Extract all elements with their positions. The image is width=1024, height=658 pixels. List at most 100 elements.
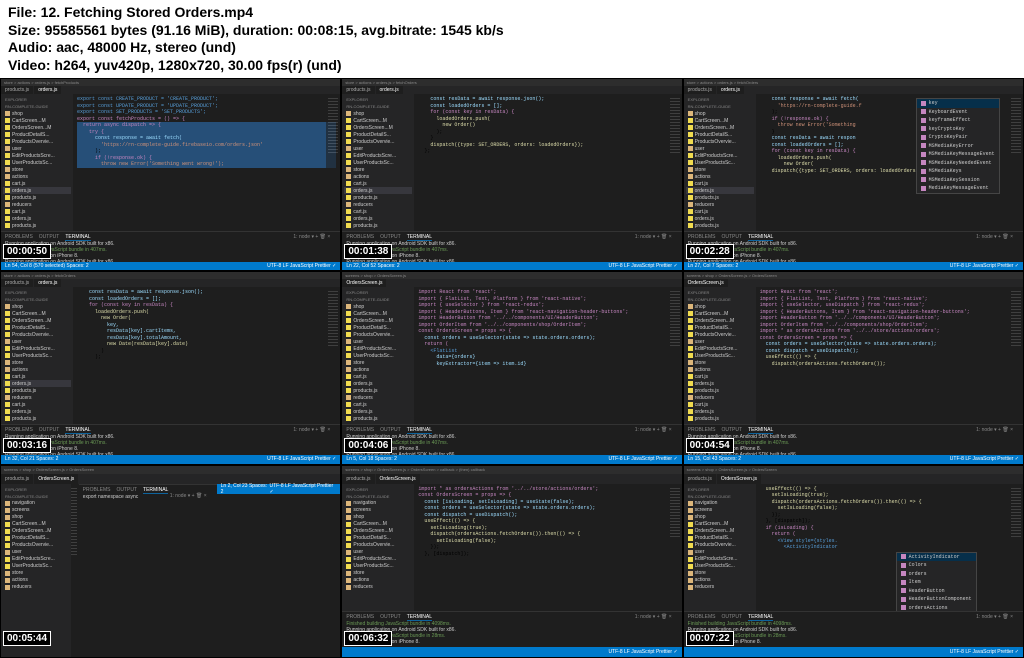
file-item[interactable]: ProductDetailS...	[3, 324, 71, 331]
terminal-tab[interactable]: TERMINAL	[65, 234, 90, 241]
file-item[interactable]: CartScreen...M	[686, 521, 754, 528]
file-item[interactable]: ProductDetailS...	[344, 131, 412, 138]
video-thumbnail[interactable]: store > actions > orders.js > fetchOrder…	[341, 78, 682, 271]
folder-shop[interactable]: shop	[686, 303, 754, 310]
file-item[interactable]: ProductDetailS...	[344, 535, 412, 542]
folder-user[interactable]: user	[344, 145, 412, 152]
file-item[interactable]: UserProductsSc...	[344, 352, 412, 359]
terminal-tab[interactable]: PROBLEMS	[346, 234, 374, 240]
video-thumbnail[interactable]: screens > shop > OrdersScreen.js > Order…	[0, 465, 341, 658]
file-item[interactable]: cart.js	[3, 180, 71, 187]
video-thumbnail[interactable]: screens > shop > OrdersScreen.js > Order…	[683, 465, 1024, 658]
autocomplete-item[interactable]: MSMediaKeySession	[917, 176, 999, 185]
autocomplete-item[interactable]: HeaderButton	[897, 587, 976, 596]
folder-item[interactable]: navigation	[686, 500, 754, 507]
video-thumbnail[interactable]: screens > shop > OrdersScreen.js > Order…	[341, 465, 682, 658]
file-item[interactable]: EditProductsScre...	[686, 556, 754, 563]
explorer-sidebar[interactable]: EXPLORERRN-COMPLETE-GUIDEshopCartScreen.…	[684, 287, 756, 424]
file-item[interactable]: cart.js	[686, 180, 754, 187]
file-item[interactable]: OrdersScreen...M	[344, 124, 412, 131]
folder-item[interactable]: reducers	[686, 584, 754, 591]
file-item[interactable]: EditProductsScre...	[686, 345, 754, 352]
code-editor[interactable]: const response = await fetch( 'https://r…	[756, 94, 1023, 231]
video-thumbnail[interactable]: store > actions > orders.js > fetchOrder…	[0, 271, 341, 464]
file-item[interactable]: ProductDetailS...	[686, 535, 754, 542]
file-item[interactable]: cart.js	[344, 208, 412, 215]
folder-shop[interactable]: shop	[344, 110, 412, 117]
folder-item[interactable]: navigation	[344, 500, 412, 507]
folder-user[interactable]: user	[344, 338, 412, 345]
file-item[interactable]: UserProductsSc...	[686, 563, 754, 570]
file-item[interactable]: ProductsOvervie...	[344, 542, 412, 549]
minimap[interactable]	[668, 287, 682, 424]
folder-store[interactable]: store	[3, 359, 71, 366]
file-item[interactable]: cart.js	[344, 180, 412, 187]
file-item[interactable]: ProductDetailS...	[686, 324, 754, 331]
editor-tab[interactable]: orders.js	[717, 86, 744, 94]
terminal-tab[interactable]: TERMINAL	[748, 614, 773, 621]
folder-item[interactable]: actions	[344, 577, 412, 584]
folder-shop[interactable]: shop	[3, 110, 71, 117]
file-item[interactable]: OrdersScreen...M	[686, 124, 754, 131]
file-item[interactable]: products.js	[686, 194, 754, 201]
terminal-tab[interactable]: PROBLEMS	[5, 234, 33, 240]
minimap[interactable]	[1009, 484, 1023, 611]
folder-item[interactable]: store	[344, 570, 412, 577]
file-item[interactable]: products.js	[3, 222, 71, 229]
terminal-tab[interactable]: OUTPUT	[39, 427, 60, 433]
code-editor[interactable]: import React from 'react';import { FlatL…	[756, 287, 1023, 424]
file-item[interactable]: ProductsOvervie...	[3, 331, 71, 338]
folder-actions[interactable]: actions	[3, 366, 71, 373]
video-thumbnail[interactable]: screens > shop > OrdersScreen.js > Order…	[683, 271, 1024, 464]
file-item[interactable]: cart.js	[3, 208, 71, 215]
file-item[interactable]: OrdersScreen...M	[344, 528, 412, 535]
folder-reducers[interactable]: reducers	[3, 394, 71, 401]
video-thumbnail[interactable]: store > actions > orders.js > fetchOrder…	[683, 78, 1024, 271]
file-item[interactable]: ProductsOvervie...	[344, 138, 412, 145]
file-item[interactable]: cart.js	[344, 373, 412, 380]
autocomplete-item[interactable]: keyframeEffect	[917, 116, 999, 125]
autocomplete-item[interactable]: HeaderButtonComponent	[897, 595, 976, 604]
terminal-tab[interactable]: TERMINAL	[407, 427, 432, 434]
minimap[interactable]	[71, 484, 79, 657]
folder-item[interactable]: screens	[344, 507, 412, 514]
file-item[interactable]: orders.js	[344, 187, 412, 194]
autocomplete-item[interactable]: ordersActions	[897, 604, 976, 611]
minimap[interactable]	[1009, 287, 1023, 424]
file-item[interactable]: products.js	[3, 415, 71, 422]
file-item[interactable]: products.js	[344, 415, 412, 422]
file-item[interactable]: cart.js	[344, 401, 412, 408]
file-item[interactable]: OrdersScreen...M	[3, 124, 71, 131]
terminal-tab[interactable]: PROBLEMS	[5, 427, 33, 433]
terminal-tab[interactable]: PROBLEMS	[346, 614, 374, 620]
editor-tab[interactable]: orders.js	[34, 279, 61, 287]
folder-user[interactable]: user	[3, 145, 71, 152]
editor-tab[interactable]: products.js	[1, 279, 33, 287]
minimap[interactable]	[1009, 94, 1023, 231]
folder-actions[interactable]: actions	[686, 173, 754, 180]
folder-item[interactable]: shop	[344, 514, 412, 521]
file-item[interactable]: cart.js	[686, 208, 754, 215]
editor-tab[interactable]: OrdersScreen.js	[34, 474, 78, 484]
terminal-tab[interactable]: OUTPUT	[380, 427, 401, 433]
folder-user[interactable]: user	[344, 549, 412, 556]
file-item[interactable]: ProductsOvervie...	[686, 138, 754, 145]
autocomplete-item[interactable]: key	[917, 99, 999, 108]
terminal-tab[interactable]: OUTPUT	[380, 614, 401, 620]
file-item[interactable]: EditProductsScre...	[3, 556, 69, 563]
terminal-tab[interactable]: OUTPUT	[721, 427, 742, 433]
explorer-sidebar[interactable]: EXPLORERRN-COMPLETE-GUIDEshopCartScreen.…	[684, 94, 756, 231]
explorer-sidebar[interactable]: EXPLORERRN-COMPLETE-GUIDEshopCartScreen.…	[342, 94, 414, 231]
autocomplete-item[interactable]: MediaKeyMessageEvent	[917, 184, 999, 193]
terminal-tab[interactable]: TERMINAL	[407, 614, 432, 621]
file-item[interactable]: orders.js	[686, 215, 754, 222]
code-editor[interactable]: const resData = await response.json(); c…	[414, 94, 681, 231]
file-item[interactable]: products.js	[344, 194, 412, 201]
autocomplete-item[interactable]: MSMediaKeys	[917, 167, 999, 176]
terminal-tab[interactable]: TERMINAL	[748, 234, 773, 241]
folder-actions[interactable]: actions	[3, 173, 71, 180]
folder-item[interactable]: screens	[3, 507, 69, 514]
autocomplete-item[interactable]: MSMediaKeyError	[917, 142, 999, 151]
file-item[interactable]: UserProductsSc...	[3, 352, 71, 359]
file-item[interactable]: UserProductsSc...	[344, 159, 412, 166]
